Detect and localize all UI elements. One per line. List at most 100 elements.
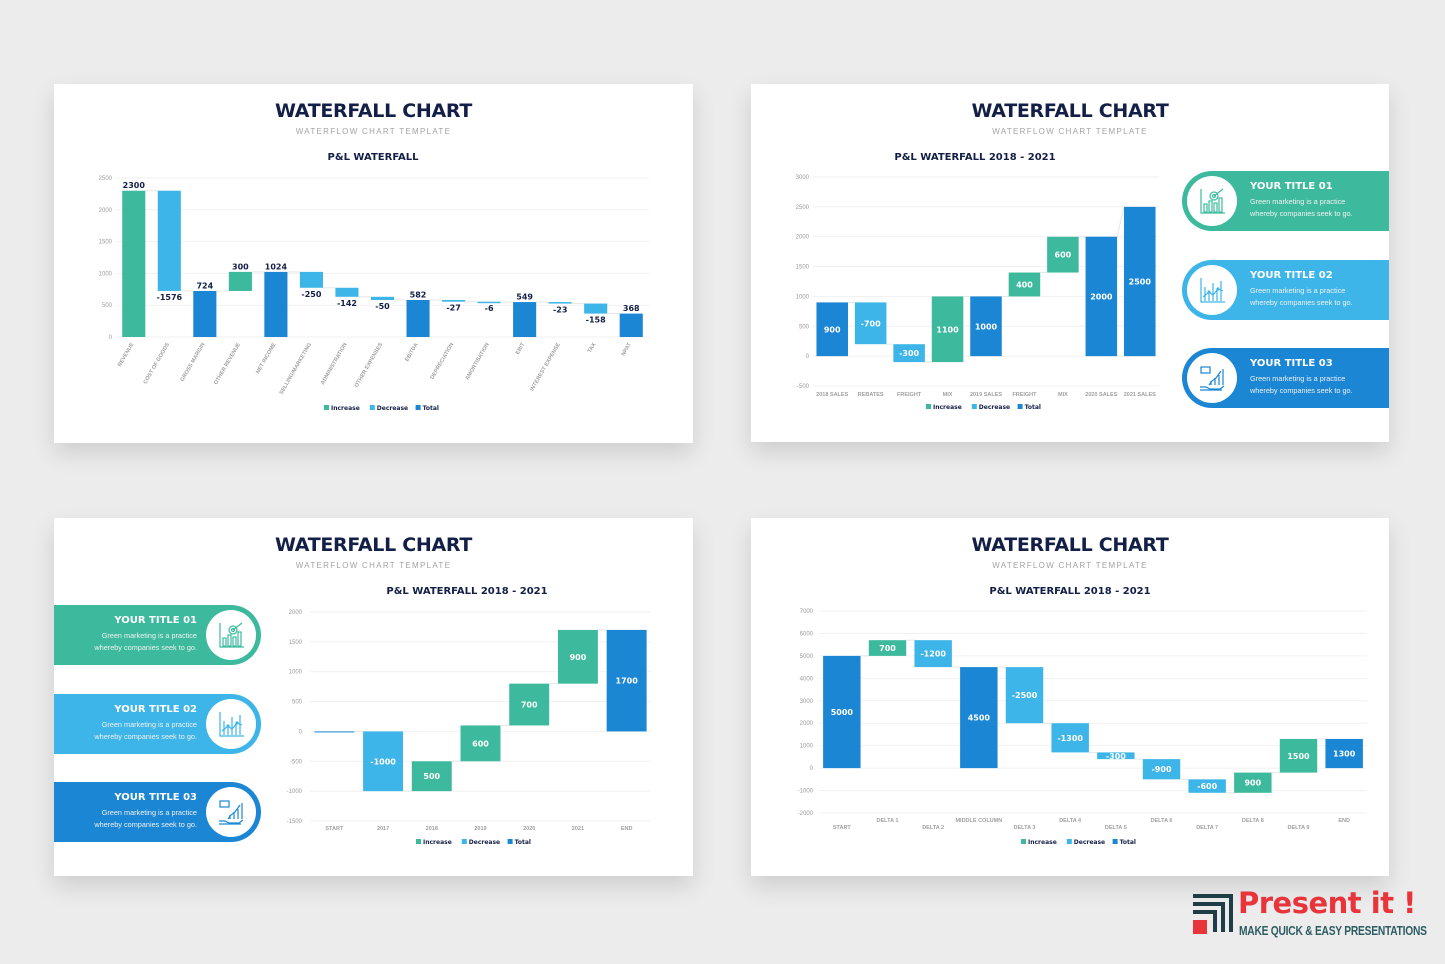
legend-label-decrease: Decrease [377, 405, 408, 412]
waterfall-chart-2: P&L WATERFALL 2018 - 2021 -500 0 500 1000 150… [796, 152, 1159, 411]
category-label: 2020 [523, 826, 535, 832]
card-title: YOUR TITLE 01 [114, 615, 197, 626]
category-label: COST OF GOODS [143, 342, 172, 386]
category-label: MIDDLE COLUMN [955, 818, 1002, 824]
data-label: 1500 [1287, 752, 1310, 761]
legend-swatch-increase [324, 405, 329, 410]
y-tick-label: 5000 [800, 654, 814, 660]
category-label: DELTA 3 [1014, 825, 1036, 831]
slide-pl-waterfall: WATERFALL CHART WATERFLOW CHART TEMPLATE… [54, 84, 693, 443]
data-label: -1300 [1057, 734, 1083, 743]
data-label: 2300 [123, 181, 146, 190]
y-tick-label: 500 [292, 700, 303, 706]
y-tick-label: 2000 [289, 610, 303, 616]
brand-tagline: MAKE QUICK & EASY PRESENTATIONS [1239, 924, 1427, 938]
info-card-2: YOUR TITLE 02 Green marketing is a pract… [54, 694, 261, 754]
data-label: -1200 [920, 650, 946, 659]
y-tick-label: 6000 [800, 631, 814, 637]
bar-decrease [335, 287, 359, 297]
bar-total [314, 731, 355, 733]
category-label: DELTA 4 [1059, 818, 1082, 824]
chart-title: P&L WATERFALL 2018 - 2021 [386, 586, 547, 597]
y-tick-label: 1000 [796, 294, 810, 300]
category-label: 2018 [426, 826, 438, 832]
legend-swatch-decrease [1066, 839, 1072, 844]
y-tick-label: 1000 [800, 744, 814, 750]
data-label: 500 [423, 772, 440, 781]
legend-swatch-decrease [461, 839, 467, 844]
legend-swatch-total [1112, 839, 1118, 844]
legend-label-total: Total [515, 839, 531, 846]
category-label: START [833, 825, 852, 831]
category-label: OTHER EXPENSES [354, 342, 385, 389]
bar-increase [122, 190, 146, 337]
bar-decrease [370, 296, 395, 300]
info-card-3: YOUR TITLE 03 Green marketing is a pract… [1182, 348, 1389, 408]
y-tick-label: 1500 [289, 640, 303, 646]
y-tick-label: -2000 [798, 811, 814, 817]
category-label: REVENUE [117, 342, 136, 368]
legend-swatch-increase [416, 839, 421, 844]
data-label: 1700 [616, 677, 639, 686]
y-tick-label: 7000 [800, 609, 814, 615]
y-tick-label: 2500 [796, 205, 810, 211]
card-description: Green marketing is a practice whereby com… [94, 808, 197, 829]
card-description: Green marketing is a practice whereby com… [94, 631, 197, 652]
y-tick-label: 0 [810, 766, 814, 772]
hand-growth-chart-icon [1187, 353, 1237, 403]
legend-label-increase: Increase [423, 839, 452, 846]
category-label: DEPRECIATION [430, 342, 456, 381]
category-label: REBATES [858, 392, 884, 398]
brand-name: Present it ! [1238, 886, 1416, 920]
category-label: START [325, 826, 344, 832]
category-label: DELTA 5 [1105, 825, 1127, 831]
brand-mark-icon [1193, 894, 1233, 934]
category-label: 2019 [474, 826, 486, 832]
card-title: YOUR TITLE 02 [1250, 270, 1333, 281]
card-title: YOUR TITLE 03 [114, 792, 197, 803]
category-label: FREIGHT [897, 392, 922, 398]
category-label: INTEREST EXPENSE [529, 342, 562, 393]
data-label: 582 [410, 290, 427, 299]
bar-increase [228, 271, 252, 291]
y-tick-label: -1000 [287, 789, 303, 795]
legend-label-decrease: Decrease [1074, 839, 1105, 846]
info-card-1: YOUR TITLE 01 Green marketing is a pract… [54, 605, 261, 665]
legend-label-total: Total [1120, 839, 1136, 846]
category-label: AMORTISATION [465, 342, 491, 381]
data-label: 1100 [936, 325, 959, 334]
data-label: 724 [196, 281, 213, 290]
info-card-2: YOUR TITLE 02 Green marketing is a pract… [1182, 260, 1389, 320]
category-label: NPAT [621, 341, 634, 357]
category-label: DELTA 2 [922, 825, 944, 831]
data-label: -1000 [370, 757, 396, 766]
y-tick-label: 0 [109, 335, 113, 341]
data-label: -50 [375, 302, 390, 311]
category-label: EBIT [515, 341, 527, 355]
hand-growth-chart-icon [206, 787, 256, 837]
data-label: -700 [861, 319, 881, 328]
data-label: 549 [516, 293, 533, 302]
bar-total [619, 313, 643, 337]
y-tick-label: 4000 [800, 676, 814, 682]
category-label: GROSS MARGIN [180, 342, 207, 383]
legend-swatch-total [415, 405, 421, 410]
legend-label-total: Total [1025, 404, 1041, 411]
waterfall-chart-1: P&L WATERFALL 0 500 1000 1500 2000 2500 2300 REV… [99, 152, 649, 412]
y-tick-label: -500 [797, 384, 810, 390]
slide-waterfall-with-cards-left: WATERFALL CHART WATERFLOW CHART TEMPLATE… [54, 518, 693, 876]
legend-swatch-increase [1021, 839, 1026, 844]
waterfall-chart-4: P&L WATERFALL 2018 - 2021 -2000 -1000 0 1000… [798, 586, 1367, 846]
category-label: DELTA 1 [877, 818, 899, 824]
y-tick-label: 3000 [796, 175, 810, 181]
card-title: YOUR TITLE 02 [114, 704, 197, 715]
data-label: -300 [1106, 752, 1126, 761]
legend-label-decrease: Decrease [469, 839, 500, 846]
data-label: 900 [570, 653, 587, 662]
legend-swatch-total [507, 839, 513, 844]
bar-total [264, 271, 288, 337]
legend-swatch-total [1017, 404, 1023, 409]
brand-logo: Present it ! MAKE QUICK & EASY PRESENTAT… [1193, 886, 1433, 945]
y-tick-label: 0 [806, 354, 810, 360]
info-card-1: YOUR TITLE 01 Green marketing is a pract… [1182, 171, 1389, 231]
